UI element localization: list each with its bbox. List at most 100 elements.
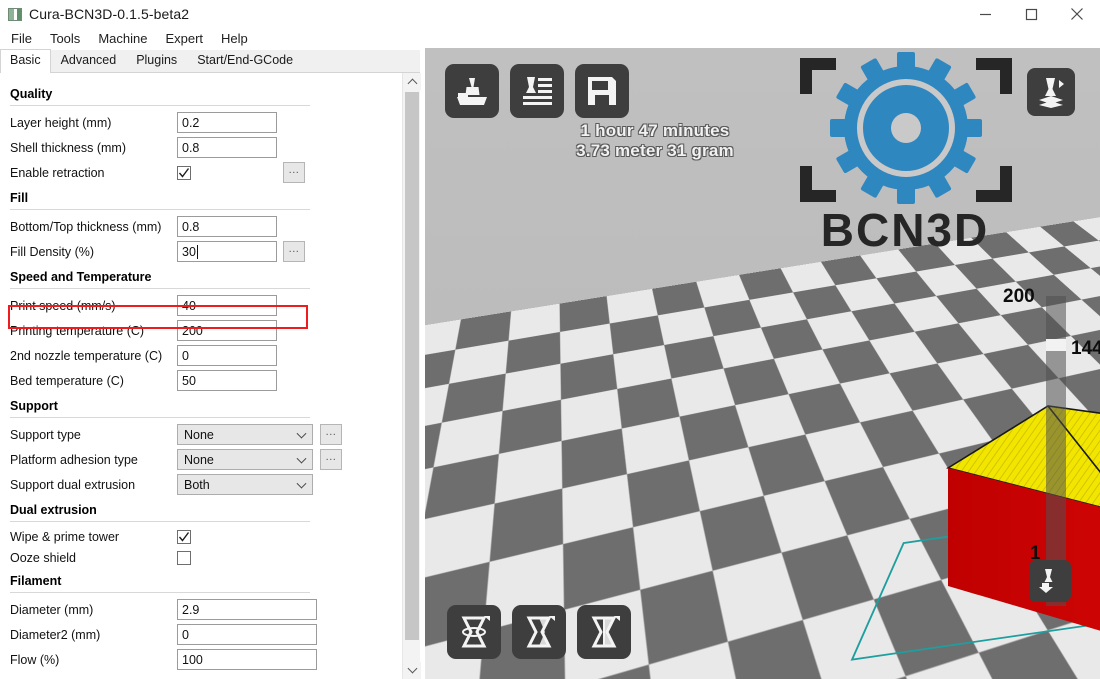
save-toolpath-button[interactable] bbox=[575, 64, 629, 118]
setting-label-diameter: Diameter (mm) bbox=[10, 603, 93, 617]
setting-row-wipe-prime-tower: Wipe & prime tower bbox=[0, 526, 400, 547]
setting-row-support-dual-extrusion: Support dual extrusion Both bbox=[0, 472, 400, 497]
print-speed-input[interactable]: 40 bbox=[177, 295, 277, 316]
3d-viewport[interactable]: BCN3D 200 144 1 1 hour 47 minutes 3.73 m… bbox=[425, 48, 1100, 679]
prepare-print-button[interactable] bbox=[510, 64, 564, 118]
checkmark-icon bbox=[178, 167, 190, 179]
setting-label-2nd-nozzle-temperature: 2nd nozzle temperature (C) bbox=[10, 349, 162, 363]
print-material: 3.73 meter 31 gram bbox=[505, 141, 805, 161]
scale-icon bbox=[522, 615, 556, 649]
enable-retraction-expert-button[interactable]: ... bbox=[283, 162, 305, 183]
printing-temperature-input[interactable]: 200 bbox=[177, 320, 277, 341]
bottom-top-thickness-input[interactable]: 0.8 bbox=[177, 216, 277, 237]
group-title-quality: Quality bbox=[0, 81, 400, 103]
3d-model-cube[interactable] bbox=[940, 386, 1100, 656]
group-divider bbox=[10, 105, 310, 106]
group-title-support: Support bbox=[0, 393, 400, 415]
group-title-dual-extrusion: Dual extrusion bbox=[0, 497, 400, 519]
platform-adhesion-expert-button[interactable]: ... bbox=[320, 449, 342, 470]
title-bar: Cura-BCN3D-0.1.5-beta2 bbox=[0, 0, 1100, 28]
scale-tool-button[interactable] bbox=[512, 605, 566, 659]
tab-plugins[interactable]: Plugins bbox=[126, 49, 187, 72]
mirror-tool-button[interactable] bbox=[577, 605, 631, 659]
group-divider bbox=[10, 521, 310, 522]
text-cursor bbox=[197, 245, 198, 259]
group-divider bbox=[10, 592, 310, 593]
platform-adhesion-type-value: None bbox=[184, 453, 214, 467]
setting-label-ooze-shield: Ooze shield bbox=[10, 551, 76, 565]
load-model-button[interactable] bbox=[445, 64, 499, 118]
fill-density-expert-button[interactable]: ... bbox=[283, 241, 305, 262]
enable-retraction-checkbox[interactable] bbox=[177, 166, 191, 180]
rotate-icon bbox=[457, 615, 491, 649]
settings-scrollbar[interactable] bbox=[402, 73, 420, 679]
setting-row-layer-height: Layer height (mm) 0.2 bbox=[0, 110, 400, 135]
chevron-down-icon bbox=[297, 478, 307, 488]
tab-basic[interactable]: Basic bbox=[0, 49, 51, 73]
bed-temperature-input[interactable]: 50 bbox=[177, 370, 277, 391]
floppy-save-icon bbox=[586, 75, 618, 107]
setting-label-diameter2: Diameter2 (mm) bbox=[10, 628, 100, 642]
setting-label-printing-temperature: Printing temperature (C) bbox=[10, 324, 144, 338]
setting-row-print-speed: Print speed (mm/s) 40 bbox=[0, 293, 400, 318]
support-type-select[interactable]: None bbox=[177, 424, 313, 445]
ooze-shield-checkbox[interactable] bbox=[177, 551, 191, 565]
chevron-down-icon bbox=[297, 453, 307, 463]
group-divider bbox=[10, 417, 310, 418]
wipe-prime-tower-checkbox[interactable] bbox=[177, 530, 191, 544]
diameter2-input[interactable]: 0 bbox=[177, 624, 317, 645]
load-model-icon bbox=[455, 74, 489, 108]
setting-label-bed-temperature: Bed temperature (C) bbox=[10, 374, 124, 388]
layer-height-input[interactable]: 0.2 bbox=[177, 112, 277, 133]
settings-panel: Quality Layer height (mm) 0.2 Shell thic… bbox=[0, 73, 420, 679]
second-nozzle-temperature-input[interactable]: 0 bbox=[177, 345, 277, 366]
support-dual-extrusion-select[interactable]: Both bbox=[177, 474, 313, 495]
setting-label-flow: Flow (%) bbox=[10, 653, 59, 667]
setting-row-bed-temperature: Bed temperature (C) 50 bbox=[0, 368, 400, 393]
close-button[interactable] bbox=[1054, 0, 1100, 28]
menu-item-tools[interactable]: Tools bbox=[41, 28, 89, 50]
scrollbar-thumb[interactable] bbox=[405, 92, 419, 640]
scroll-down-arrow-icon[interactable] bbox=[403, 662, 421, 679]
layer-view-button[interactable] bbox=[1027, 68, 1075, 116]
cura-bcn3d-window: Cura-BCN3D-0.1.5-beta2 File Tools Machin… bbox=[0, 0, 1100, 679]
menu-item-file[interactable]: File bbox=[2, 28, 41, 50]
print-time: 1 hour 47 minutes bbox=[505, 121, 805, 141]
setting-row-printing-temperature: Printing temperature (C) 200 bbox=[0, 318, 400, 343]
maximize-button[interactable] bbox=[1008, 0, 1054, 28]
fill-density-value: 30 bbox=[182, 245, 196, 259]
group-divider bbox=[10, 288, 310, 289]
diameter-input[interactable]: 2.9 bbox=[177, 599, 317, 620]
prepare-print-icon bbox=[520, 74, 554, 108]
setting-label-wipe-prime-tower: Wipe & prime tower bbox=[10, 530, 119, 544]
rotate-tool-button[interactable] bbox=[447, 605, 501, 659]
setting-row-support-type: Support type None ... bbox=[0, 422, 400, 447]
platform-adhesion-type-select[interactable]: None bbox=[177, 449, 313, 470]
tab-advanced[interactable]: Advanced bbox=[51, 49, 127, 72]
minimize-button[interactable] bbox=[962, 0, 1008, 28]
group-title-speed-and-temperature: Speed and Temperature bbox=[0, 264, 400, 286]
lay-flat-button[interactable] bbox=[1029, 560, 1071, 602]
menu-item-help[interactable]: Help bbox=[212, 28, 257, 50]
setting-label-shell-thickness: Shell thickness (mm) bbox=[10, 141, 126, 155]
flow-input[interactable]: 100 bbox=[177, 649, 317, 670]
lay-flat-icon bbox=[1037, 568, 1063, 594]
scroll-up-arrow-icon[interactable] bbox=[403, 73, 421, 90]
setting-label-print-speed: Print speed (mm/s) bbox=[10, 299, 116, 313]
layer-slider-current-label: 144 bbox=[1071, 338, 1100, 360]
setting-label-fill-density: Fill Density (%) bbox=[10, 245, 94, 259]
gear-icon bbox=[830, 52, 982, 204]
shell-thickness-input[interactable]: 0.8 bbox=[177, 137, 277, 158]
support-dual-extrusion-value: Both bbox=[184, 478, 210, 492]
menu-item-expert[interactable]: Expert bbox=[156, 28, 212, 50]
setting-row-shell-thickness: Shell thickness (mm) 0.8 bbox=[0, 135, 400, 160]
layer-slider-handle[interactable] bbox=[1046, 339, 1066, 351]
settings-tab-bar: Basic Advanced Plugins Start/End-GCode bbox=[0, 50, 420, 73]
menu-item-machine[interactable]: Machine bbox=[89, 28, 156, 50]
fill-density-input[interactable]: 30 bbox=[177, 241, 277, 262]
setting-label-enable-retraction: Enable retraction bbox=[10, 166, 105, 180]
mirror-icon bbox=[587, 615, 621, 649]
tab-start-end-gcode[interactable]: Start/End-GCode bbox=[187, 49, 303, 72]
setting-row-diameter: Diameter (mm) 2.9 bbox=[0, 597, 400, 622]
support-type-expert-button[interactable]: ... bbox=[320, 424, 342, 445]
